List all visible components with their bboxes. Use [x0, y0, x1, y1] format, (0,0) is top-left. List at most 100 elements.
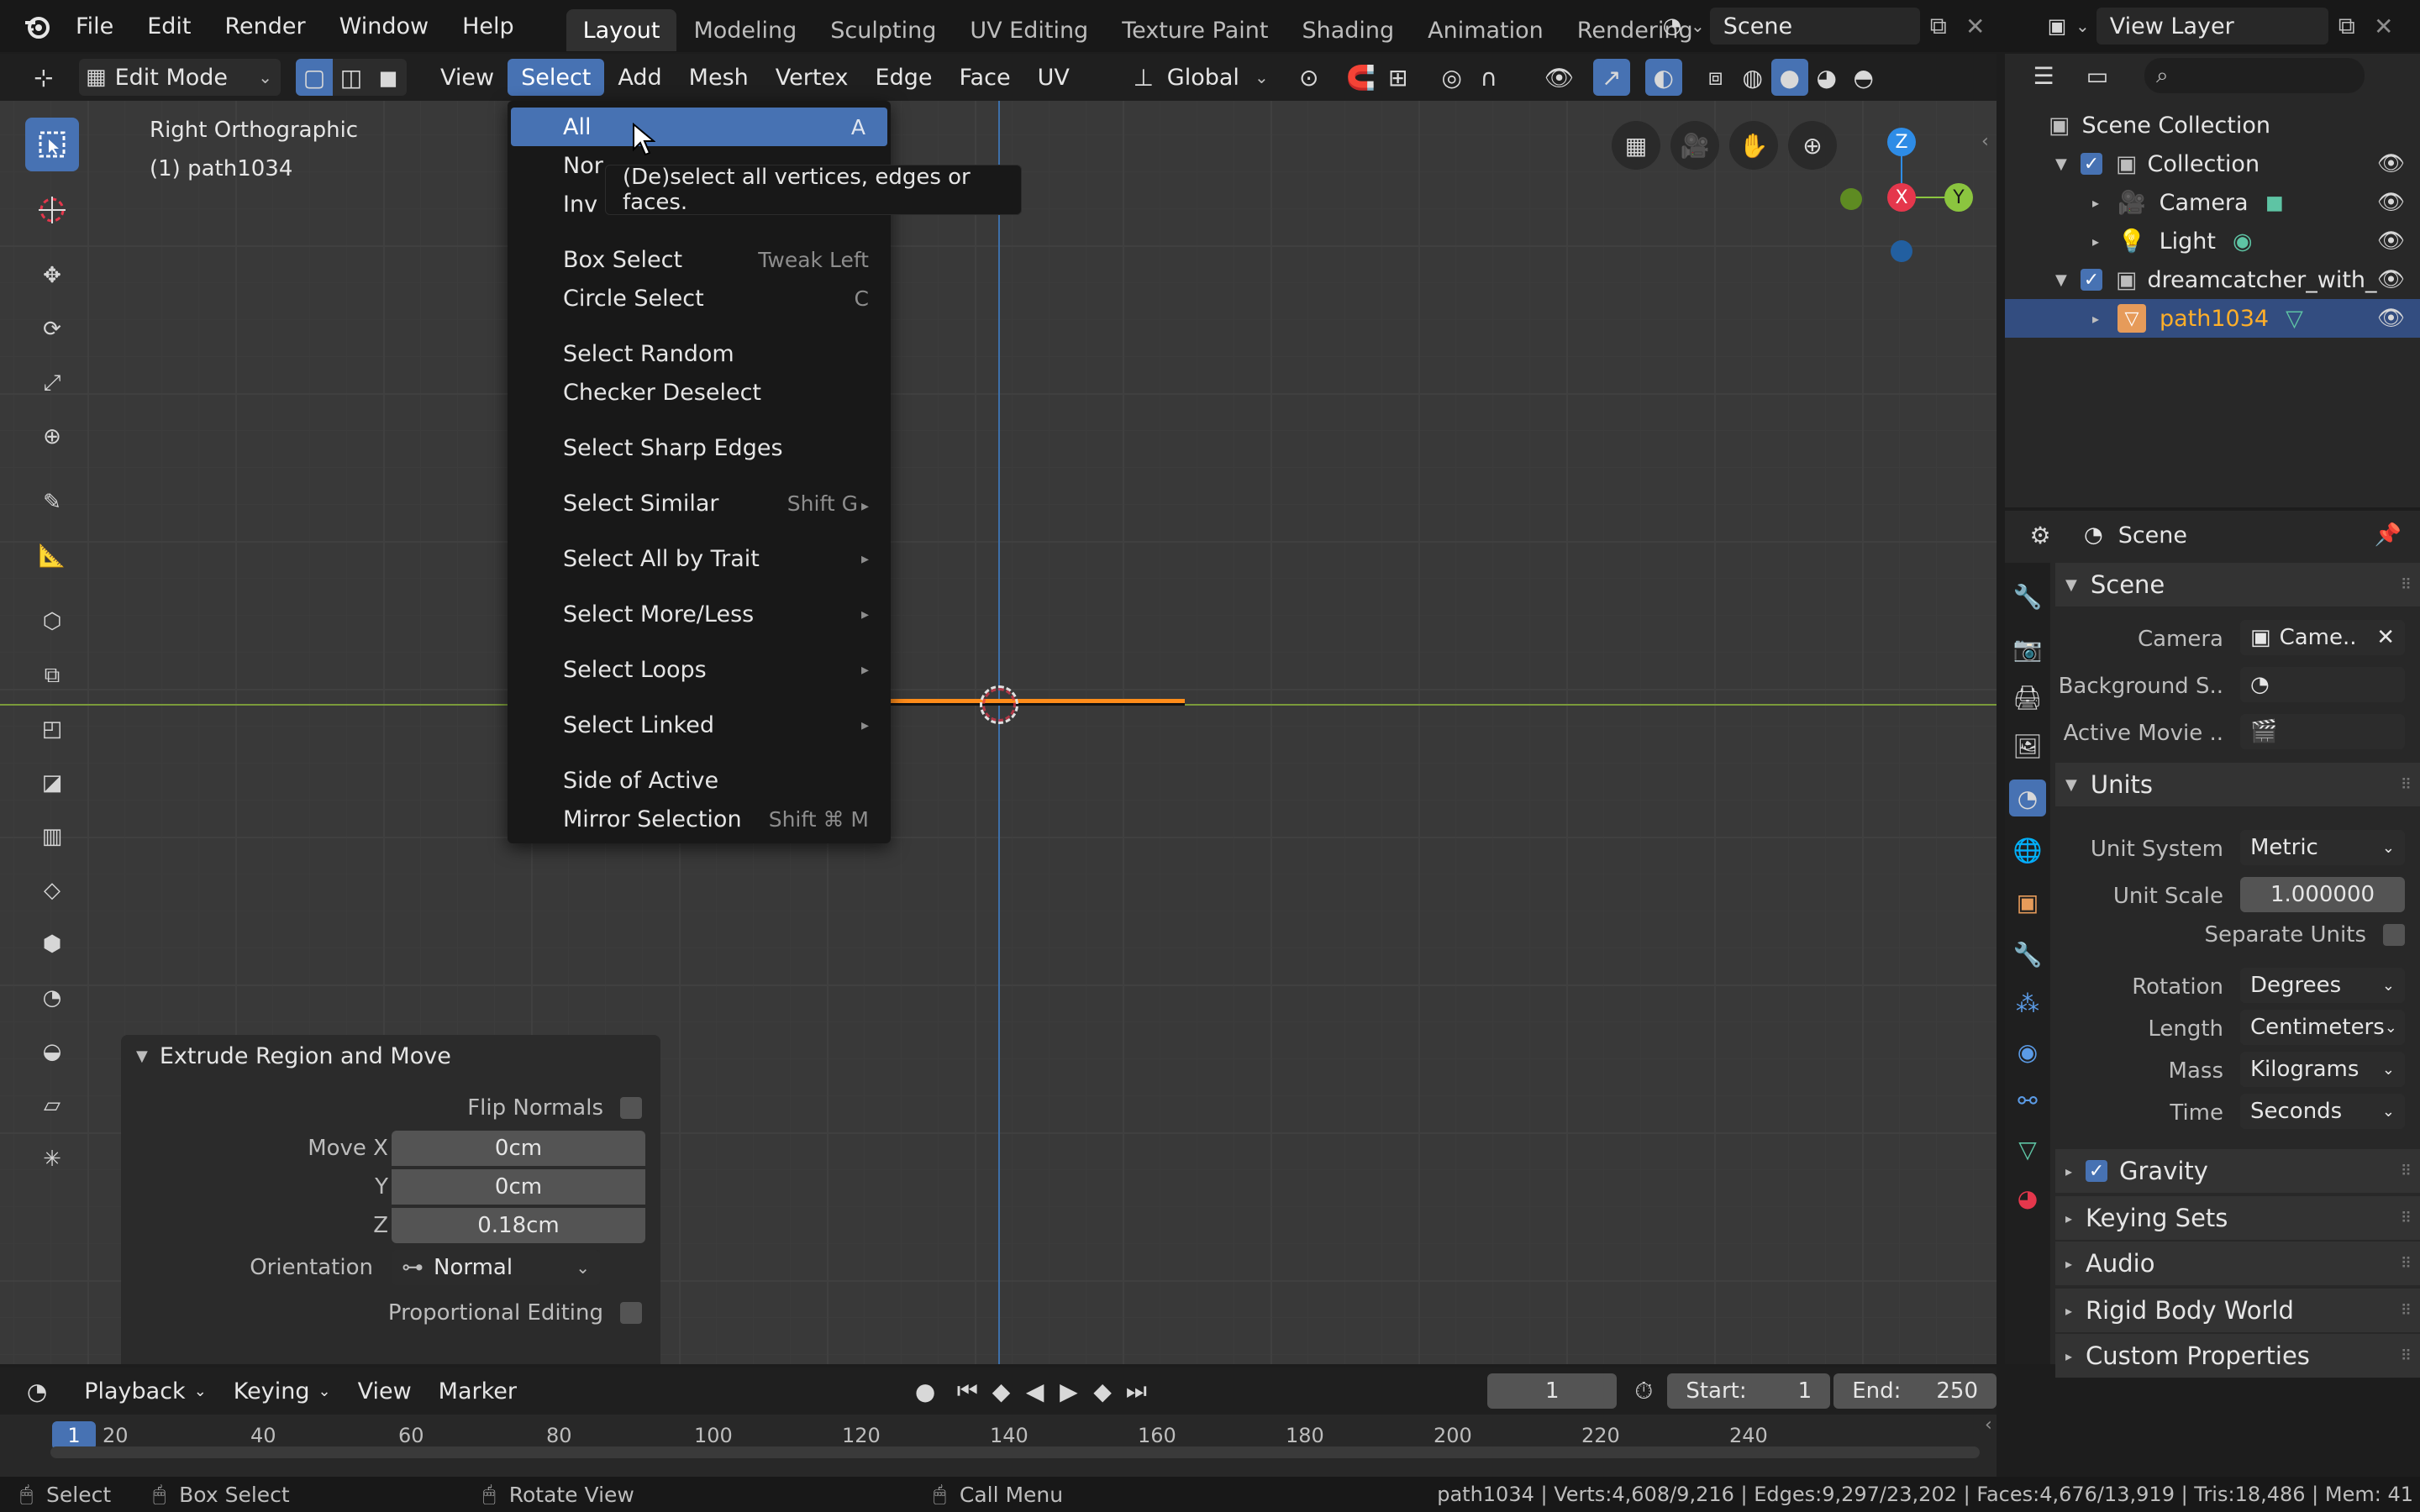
- pin-icon[interactable]: 📌: [2375, 522, 2402, 548]
- play-icon[interactable]: ▶: [1052, 1373, 1086, 1410]
- current-frame-marker[interactable]: 1: [52, 1421, 96, 1450]
- jump-start-icon[interactable]: ⏮: [950, 1373, 984, 1410]
- annotate-tool-icon[interactable]: ✎: [25, 475, 79, 529]
- spin-tool-icon[interactable]: ◔: [25, 971, 79, 1025]
- z-axis-icon[interactable]: Z: [1887, 128, 1916, 156]
- camera-view-icon[interactable]: 🎥: [1670, 121, 1719, 170]
- move-z-field[interactable]: 0.18cm: [392, 1208, 645, 1243]
- menu-item-select-more-less[interactable]: Select More/Less ▸: [508, 595, 891, 633]
- axis-gizmo[interactable]: Z X Y: [1823, 118, 1983, 286]
- drag-handle-icon[interactable]: ⠿: [2401, 776, 2412, 794]
- menu-marker[interactable]: Marker: [425, 1373, 530, 1410]
- tab-texture-paint[interactable]: Texture Paint: [1105, 9, 1285, 51]
- menu-item-select-sharp-edges[interactable]: Select Sharp Edges: [508, 428, 891, 467]
- scene-tab-icon[interactable]: ◔: [2009, 780, 2046, 816]
- output-tab-icon[interactable]: 🖨: [2009, 679, 2046, 716]
- prev-keyframe-icon[interactable]: ◆: [984, 1373, 1018, 1410]
- tab-layout[interactable]: Layout: [566, 9, 677, 51]
- physics-tab-icon[interactable]: ◉: [2009, 1033, 2046, 1070]
- modifier-tab-icon[interactable]: 🔧: [2009, 936, 2046, 973]
- drag-handle-icon[interactable]: ⠿: [2401, 1255, 2412, 1273]
- data-tab-icon[interactable]: ▽: [2009, 1131, 2046, 1168]
- transform-tool-icon[interactable]: ⊕: [25, 410, 79, 464]
- menu-item-select-random[interactable]: Select Random: [508, 334, 891, 373]
- scene-collection-row[interactable]: ▣ Scene Collection: [2005, 106, 2420, 144]
- drag-handle-icon[interactable]: ⠿: [2401, 1210, 2412, 1227]
- menu-render[interactable]: Render: [208, 0, 322, 52]
- menu-item-circle-select[interactable]: Circle Select C: [508, 279, 891, 318]
- sidebar-toggle-icon[interactable]: ‹: [1981, 131, 1989, 152]
- play-reverse-icon[interactable]: ◀: [1018, 1373, 1052, 1410]
- camera-data-icon[interactable]: ◼: [2265, 190, 2284, 216]
- transform-orientation-selector[interactable]: ⊥ Global ⌄: [1125, 59, 1269, 96]
- active-movie-clip-field[interactable]: 🎬: [2240, 714, 2405, 749]
- next-keyframe-icon[interactable]: ◆: [1086, 1373, 1119, 1410]
- render-tab-icon[interactable]: 📷: [2009, 630, 2046, 667]
- xray-toggle-icon[interactable]: ⧈: [1697, 59, 1734, 96]
- menu-uv[interactable]: UV: [1024, 59, 1083, 96]
- edge-select-icon[interactable]: ◫: [333, 59, 370, 96]
- rotation-dropdown[interactable]: Degrees ⌄: [2240, 968, 2405, 1003]
- snap-target-icon[interactable]: ⊞: [1380, 59, 1417, 96]
- visibility-icon[interactable]: 👁: [1541, 59, 1578, 96]
- separate-units-checkbox[interactable]: [2383, 924, 2405, 946]
- outliner-item-light[interactable]: ▸ 💡 Light ◉ 👁: [2005, 222, 2420, 260]
- tab-sculpting[interactable]: Sculpting: [813, 9, 953, 51]
- gizmo-toggle-icon[interactable]: ↗: [1592, 59, 1630, 96]
- menu-vertex[interactable]: Vertex: [762, 59, 862, 96]
- smooth-tool-icon[interactable]: ◒: [25, 1025, 79, 1079]
- light-data-icon[interactable]: ◉: [2233, 228, 2253, 255]
- select-box-tool-icon[interactable]: [25, 118, 79, 171]
- mass-dropdown[interactable]: Kilograms ⌄: [2240, 1052, 2405, 1087]
- scene-panel-header[interactable]: ▼ Scene ⠿: [2055, 563, 2420, 606]
- timeline-scrollbar[interactable]: [50, 1446, 1980, 1458]
- close-icon[interactable]: ✕: [1957, 8, 1994, 45]
- eye-icon[interactable]: 👁: [2377, 151, 2405, 176]
- overlay-toggle-icon[interactable]: ◐: [1644, 59, 1682, 96]
- rotate-tool-icon[interactable]: ⟳: [25, 302, 79, 356]
- menu-select[interactable]: Select: [508, 59, 605, 96]
- add-cube-tool-icon[interactable]: ⬡: [25, 595, 79, 648]
- inset-tool-icon[interactable]: ◰: [25, 702, 79, 756]
- start-frame-field[interactable]: Start: 1: [1667, 1373, 1831, 1409]
- menu-help[interactable]: Help: [445, 0, 531, 52]
- loop-cut-tool-icon[interactable]: ▥: [25, 810, 79, 864]
- record-icon[interactable]: ●: [908, 1373, 942, 1410]
- scene-selector[interactable]: ◔ ⌄ Scene ⧉ ✕: [1654, 7, 1994, 45]
- audio-panel-header[interactable]: ▸ Audio ⠿: [2055, 1242, 2420, 1285]
- new-scene-icon[interactable]: ⧉: [1920, 8, 1957, 45]
- unit-scale-field[interactable]: 1.000000: [2240, 877, 2405, 912]
- keying-sets-panel-header[interactable]: ▸ Keying Sets ⠿: [2055, 1196, 2420, 1240]
- world-tab-icon[interactable]: 🌐: [2009, 832, 2046, 869]
- eye-icon[interactable]: 👁: [2377, 228, 2405, 254]
- grid-view-icon[interactable]: ▦: [1612, 121, 1660, 170]
- menu-file[interactable]: File: [59, 0, 130, 52]
- timeline-editor-icon[interactable]: ◔: [20, 1373, 54, 1410]
- menu-item-select-loops[interactable]: Select Loops ▸: [508, 650, 891, 689]
- outliner-item-dreamcatcher[interactable]: ▼ ✓ ▣ dreamcatcher_with_ 👁: [2005, 260, 2420, 299]
- jump-end-icon[interactable]: ⏭: [1119, 1373, 1153, 1410]
- tab-shading[interactable]: Shading: [1285, 9, 1411, 51]
- bevel-tool-icon[interactable]: ◪: [25, 756, 79, 810]
- cursor-tool-icon[interactable]: [25, 183, 79, 237]
- tab-uv-editing[interactable]: UV Editing: [953, 9, 1105, 51]
- tab-animation[interactable]: Animation: [1411, 9, 1560, 51]
- unit-system-dropdown[interactable]: Metric ⌄: [2240, 830, 2405, 865]
- tool-tab-icon[interactable]: 🔧: [2009, 578, 2046, 615]
- vertex-select-icon[interactable]: ▢: [296, 59, 333, 96]
- menu-add[interactable]: Add: [604, 59, 675, 96]
- flip-normals-checkbox[interactable]: [620, 1097, 642, 1119]
- move-x-field[interactable]: 0cm: [392, 1131, 645, 1166]
- menu-face[interactable]: Face: [946, 59, 1024, 96]
- mesh-data-icon[interactable]: ▽: [2286, 306, 2303, 332]
- outliner-item-collection[interactable]: ▼ ✓ ▣ Collection 👁: [2005, 144, 2420, 183]
- proportional-edit-icon[interactable]: ◎: [1434, 59, 1470, 96]
- close-icon[interactable]: ✕: [2365, 8, 2402, 45]
- menu-view[interactable]: View: [427, 59, 508, 96]
- gravity-panel-header[interactable]: ▸ ✓ Gravity ⠿: [2055, 1149, 2420, 1193]
- view-layer-name-field[interactable]: View Layer: [2096, 8, 2328, 45]
- snap-icon[interactable]: 🧲: [1343, 59, 1380, 96]
- tab-modeling[interactable]: Modeling: [676, 9, 813, 51]
- time-dropdown[interactable]: Seconds ⌄: [2240, 1094, 2405, 1129]
- outliner-search-input[interactable]: ⌕: [2144, 58, 2365, 93]
